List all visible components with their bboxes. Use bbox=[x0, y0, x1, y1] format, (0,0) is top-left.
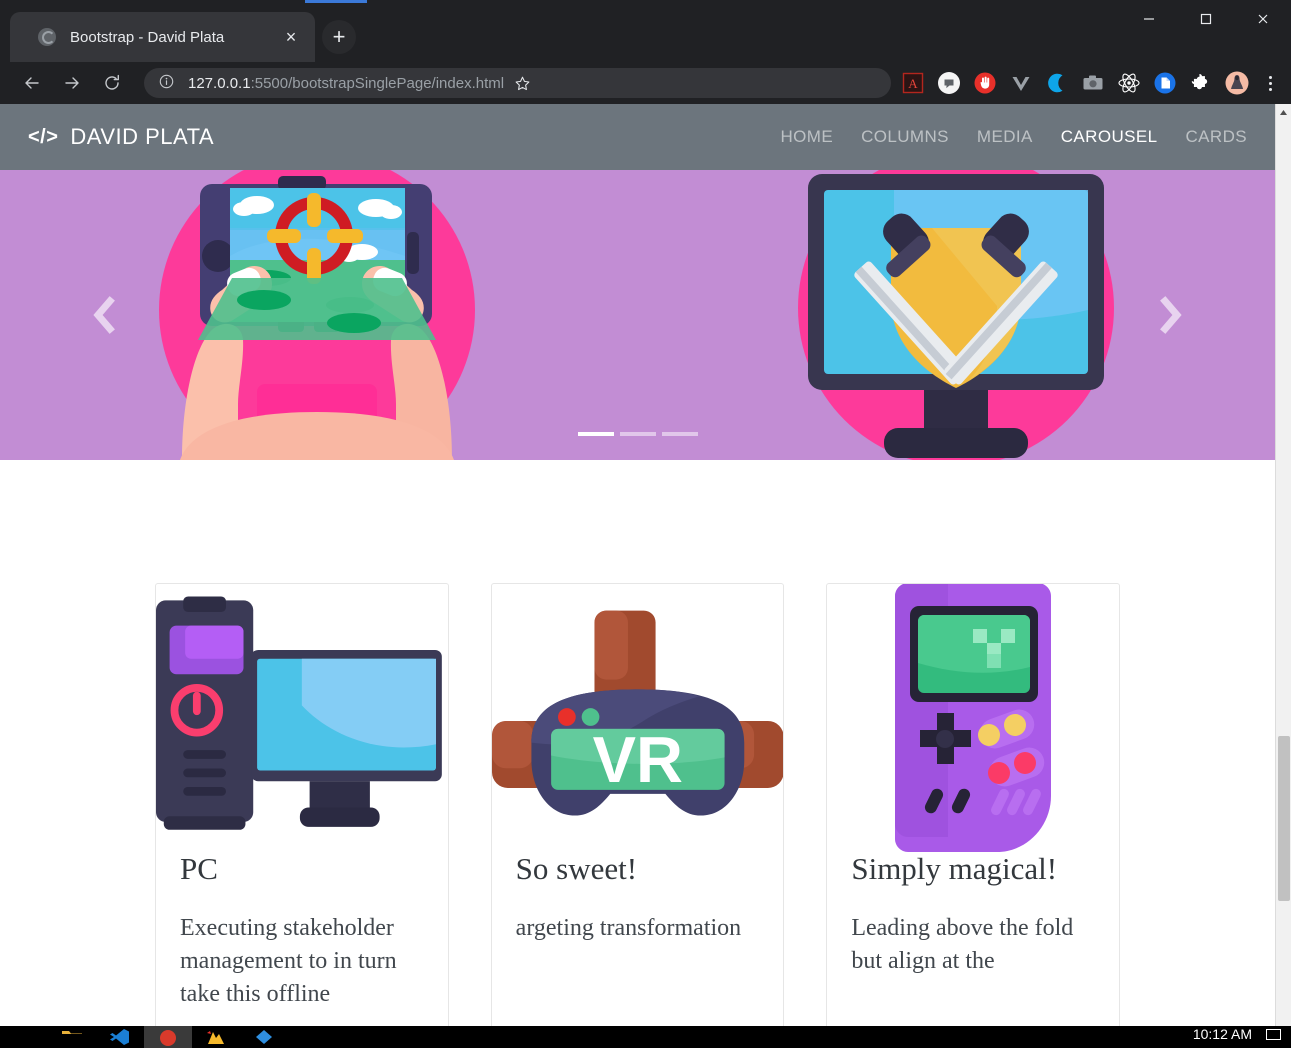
svg-text:A: A bbox=[908, 76, 918, 91]
extensions-area: A bbox=[895, 65, 1291, 101]
card-title: So sweet! bbox=[515, 851, 638, 886]
star-icon[interactable] bbox=[504, 68, 540, 98]
web-page: </> DAVID PLATA HOME COLUMNS MEDIA CAROU… bbox=[0, 104, 1275, 1026]
scroll-up-arrow-icon[interactable] bbox=[1276, 104, 1291, 121]
window-controls bbox=[1120, 0, 1291, 38]
page-scrollbar[interactable] bbox=[1275, 104, 1291, 1026]
maximize-icon[interactable] bbox=[1177, 0, 1234, 38]
taskbar-clock[interactable]: 10:12 AM bbox=[1193, 1026, 1252, 1042]
card-vr[interactable]: VR So sweet! argeting transformation bbox=[490, 583, 785, 1026]
kebab-menu-icon[interactable] bbox=[1255, 65, 1285, 101]
carousel-indicators bbox=[577, 432, 698, 436]
reload-icon[interactable] bbox=[92, 63, 132, 103]
taskbar-app-flame-icon[interactable] bbox=[192, 1026, 240, 1048]
vue-devtools-extension-icon[interactable] bbox=[1003, 65, 1039, 101]
forward-arrow-icon[interactable] bbox=[52, 63, 92, 103]
nav-link-cards[interactable]: CARDS bbox=[1185, 127, 1247, 147]
site-brand[interactable]: </> DAVID PLATA bbox=[28, 124, 214, 150]
page-viewport: </> DAVID PLATA HOME COLUMNS MEDIA CAROU… bbox=[0, 104, 1291, 1026]
browser-tab[interactable]: Bootstrap - David Plata × bbox=[10, 12, 315, 62]
profile-avatar[interactable] bbox=[1219, 65, 1255, 101]
browser-window: Bootstrap - David Plata × + 127.0.0.1:55… bbox=[0, 0, 1291, 1048]
blue-document-extension-icon[interactable] bbox=[1147, 65, 1183, 101]
desktop-pc-illustration bbox=[156, 584, 448, 852]
globe-icon bbox=[38, 28, 56, 46]
url-host: 127.0.0.1 bbox=[188, 74, 251, 92]
vr-headset-illustration: VR bbox=[491, 584, 784, 852]
new-tab-button[interactable]: + bbox=[322, 20, 356, 54]
cards-row: PC Executing stakeholder management to i… bbox=[0, 460, 1275, 1026]
address-bar[interactable]: 127.0.0.1:5500/bootstrapSinglePage/index… bbox=[144, 68, 891, 98]
screenshot-camera-extension-icon[interactable] bbox=[1075, 65, 1111, 101]
url-path: :5500/bootstrapSinglePage/index.html bbox=[250, 74, 505, 92]
info-circle-icon[interactable] bbox=[158, 73, 178, 93]
nav-link-home[interactable]: HOME bbox=[780, 127, 833, 147]
carousel-track bbox=[0, 170, 1275, 460]
site-nav-links: HOME COLUMNS MEDIA CAROUSEL CARDS bbox=[780, 127, 1247, 147]
brand-text: DAVID PLATA bbox=[70, 124, 215, 149]
taskbar-app-red-icon[interactable] bbox=[144, 1026, 192, 1048]
card-handheld[interactable]: Simply magical! Leading above the fold b… bbox=[826, 583, 1121, 1026]
carousel-indicator-3[interactable] bbox=[661, 432, 698, 436]
close-icon[interactable]: × bbox=[279, 25, 303, 49]
taskbar-items bbox=[0, 1026, 288, 1048]
tab-strip: Bootstrap - David Plata × + bbox=[0, 0, 1291, 62]
react-devtools-extension-icon[interactable] bbox=[1111, 65, 1147, 101]
carousel-indicator-1[interactable] bbox=[577, 432, 614, 436]
scrollbar-thumb[interactable] bbox=[1278, 736, 1290, 901]
nav-link-columns[interactable]: COLUMNS bbox=[861, 127, 949, 147]
card-text: Executing stakeholder management to in t… bbox=[180, 915, 397, 1008]
browser-toolbar: 127.0.0.1:5500/bootstrapSinglePage/index… bbox=[0, 62, 1291, 104]
code-brackets-icon: </> bbox=[28, 125, 59, 148]
card-title: PC bbox=[180, 851, 218, 886]
carousel bbox=[0, 170, 1275, 460]
card-text: argeting transformation bbox=[515, 915, 742, 942]
taskbar-notification-icon[interactable] bbox=[1266, 1028, 1281, 1040]
crescent-extension-icon[interactable] bbox=[1039, 65, 1075, 101]
adobe-acrobat-extension-icon[interactable]: A bbox=[895, 65, 931, 101]
url-text: 127.0.0.1:5500/bootstrapSinglePage/index… bbox=[188, 75, 504, 92]
handheld-game-console-illustration bbox=[827, 584, 1119, 852]
back-arrow-icon[interactable] bbox=[12, 63, 52, 103]
site-navbar: </> DAVID PLATA HOME COLUMNS MEDIA CAROU… bbox=[0, 104, 1275, 170]
carousel-next-button[interactable] bbox=[1121, 170, 1221, 460]
close-window-icon[interactable] bbox=[1234, 0, 1291, 38]
minimize-icon[interactable] bbox=[1120, 0, 1177, 38]
card-body: Simply magical! Leading above the fold b… bbox=[827, 851, 1119, 998]
pc-gaming-shield-swords-illustration bbox=[796, 170, 1116, 460]
card-text: Leading above the fold but align at the bbox=[851, 915, 1074, 975]
carousel-indicator-2[interactable] bbox=[619, 432, 656, 436]
puzzle-extensions-button[interactable] bbox=[1183, 65, 1219, 101]
taskbar: 10:12 AM bbox=[0, 1026, 1291, 1048]
svg-text:VR: VR bbox=[592, 723, 682, 796]
card-body: PC Executing stakeholder management to i… bbox=[156, 851, 448, 1026]
card-pc[interactable]: PC Executing stakeholder management to i… bbox=[155, 583, 449, 1026]
card-title: Simply magical! bbox=[851, 851, 1058, 886]
taskbar-file-explorer-icon[interactable] bbox=[48, 1026, 96, 1048]
taskbar-tray: 10:12 AM bbox=[1193, 1026, 1291, 1042]
carousel-prev-button[interactable] bbox=[54, 170, 154, 460]
mobile-gaming-illustration bbox=[154, 170, 484, 460]
nav-link-media[interactable]: MEDIA bbox=[977, 127, 1033, 147]
taskbar-start-button[interactable] bbox=[0, 1026, 48, 1048]
white-bubble-extension-icon[interactable] bbox=[931, 65, 967, 101]
taskbar-vscode-icon[interactable] bbox=[96, 1026, 144, 1048]
tab-accent-line bbox=[305, 0, 367, 3]
taskbar-app-blue-icon[interactable] bbox=[240, 1026, 288, 1048]
nav-link-carousel[interactable]: CAROUSEL bbox=[1061, 127, 1158, 147]
red-stop-hand-extension-icon[interactable] bbox=[967, 65, 1003, 101]
card-body: So sweet! argeting transformation bbox=[492, 851, 784, 965]
tab-title: Bootstrap - David Plata bbox=[70, 28, 225, 46]
